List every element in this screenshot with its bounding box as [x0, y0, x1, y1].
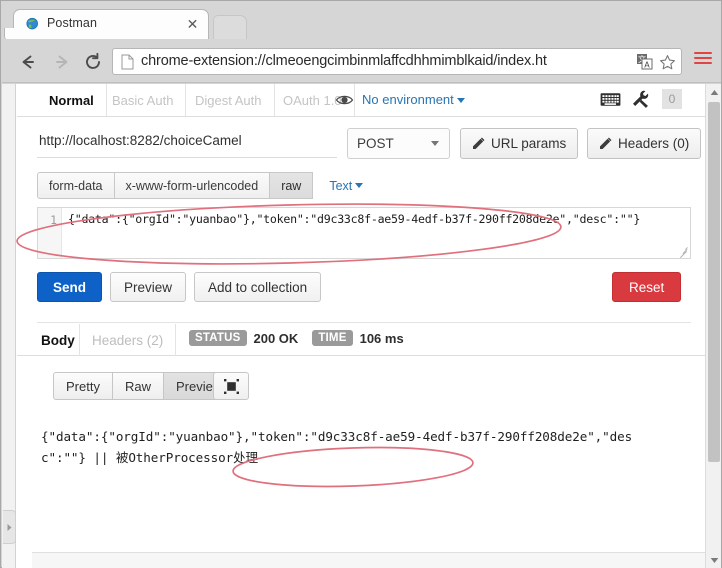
environment-label: No environment: [362, 92, 454, 107]
time-badge: TIME: [312, 330, 352, 346]
chevron-down-icon: [431, 141, 439, 146]
send-button[interactable]: Send: [37, 272, 102, 302]
editor-gutter: 1: [38, 208, 62, 258]
tab-x-www-form-urlencoded[interactable]: x-www-form-urlencoded: [115, 172, 271, 199]
status-badge: STATUS: [189, 330, 247, 346]
globe-icon: [25, 17, 41, 33]
format-pretty-button[interactable]: Pretty: [53, 372, 113, 400]
browser-tab-title: Postman: [47, 16, 97, 30]
star-icon[interactable]: [659, 54, 676, 71]
sidebar-toggle-button[interactable]: [3, 510, 16, 544]
chrome-window-frame: Postman ✕: [0, 0, 722, 568]
reload-icon[interactable]: [80, 49, 106, 75]
response-meta: STATUS 200 OK TIME 106 ms: [189, 330, 418, 346]
page-viewport: Normal Basic Auth Digest Auth OAuth 1.0 …: [2, 84, 721, 568]
new-tab-button[interactable]: [213, 15, 247, 39]
tab-digest-auth[interactable]: Digest Auth: [183, 84, 275, 117]
request-body-text: {"data":{"orgId":"yuanbao"},"token":"d9c…: [68, 212, 640, 226]
chevron-down-icon: [457, 98, 465, 103]
url-params-label: URL params: [491, 136, 566, 151]
section-divider: [37, 322, 691, 323]
forward-arrow-icon[interactable]: [49, 49, 75, 75]
response-body-text: {"data":{"orgId":"yuanbao"},"token":"d9c…: [41, 426, 641, 468]
status-value: 200 OK: [254, 331, 299, 346]
environment-selector[interactable]: No environment: [362, 92, 465, 107]
format-raw-button[interactable]: Raw: [113, 372, 164, 400]
collections-sidebar-strip: [2, 84, 16, 568]
tab-raw[interactable]: raw: [270, 172, 313, 199]
request-url-row: POST URL params: [17, 128, 707, 162]
chevron-down-icon: [355, 183, 363, 188]
edit-pencil-icon: [599, 137, 612, 150]
chrome-title-bar: Postman ✕: [1, 1, 721, 39]
eye-icon[interactable]: [335, 92, 354, 108]
request-actions: Send Preview Add to collection: [37, 272, 321, 302]
address-bar[interactable]: chrome-extension://clmeoengcimbinmlaffcd…: [112, 48, 682, 75]
close-icon[interactable]: ✕: [185, 17, 200, 32]
chrome-toolbar: chrome-extension://clmeoengcimbinmlaffcd…: [2, 39, 721, 83]
svg-text:A: A: [644, 61, 650, 70]
postman-content: Normal Basic Auth Digest Auth OAuth 1.0 …: [17, 84, 721, 568]
fullscreen-icon[interactable]: [213, 372, 249, 400]
tab-response-headers[interactable]: Headers (2): [79, 324, 176, 356]
body-type-tab-group: form-data x-www-form-urlencoded raw Text: [37, 172, 363, 199]
browser-tab-postman[interactable]: Postman ✕: [13, 9, 209, 39]
tab-form-data[interactable]: form-data: [37, 172, 115, 199]
editor-resize-handle[interactable]: [678, 247, 688, 257]
headers-label: Headers (0): [618, 136, 689, 151]
editor-line-number: 1: [50, 213, 57, 227]
content-type-selector[interactable]: Text: [329, 172, 363, 199]
request-count-badge[interactable]: 0: [662, 89, 682, 109]
scrollbar-thumb[interactable]: [708, 102, 720, 462]
request-url-input[interactable]: [37, 128, 337, 158]
vertical-scrollbar[interactable]: [705, 84, 721, 568]
time-value: 106 ms: [360, 331, 404, 346]
hamburger-menu-icon[interactable]: [694, 52, 712, 68]
http-method-select[interactable]: POST: [347, 128, 450, 159]
auth-tab-bar: Normal Basic Auth Digest Auth OAuth 1.0 …: [17, 84, 707, 117]
wrench-icon[interactable]: [631, 90, 649, 108]
keyboard-icon[interactable]: [600, 92, 621, 107]
response-tab-bar: Body Headers (2) STATUS 200 OK TIME 106 …: [17, 324, 707, 356]
content-type-label: Text: [329, 179, 352, 193]
tab-basic-auth[interactable]: Basic Auth: [100, 84, 186, 117]
reset-button[interactable]: Reset: [612, 272, 681, 302]
chevron-up-icon[interactable]: [706, 84, 721, 100]
response-format-group: Pretty Raw Preview: [53, 372, 235, 400]
chevron-down-icon[interactable]: [706, 552, 721, 568]
horizontal-scrollbar[interactable]: [32, 552, 720, 568]
headers-button[interactable]: Headers (0): [587, 128, 701, 159]
postman-chrome-app-window: Postman ✕: [0, 0, 722, 568]
http-method-value: POST: [357, 136, 394, 151]
add-to-collection-button[interactable]: Add to collection: [194, 272, 321, 302]
url-params-button[interactable]: URL params: [460, 128, 578, 159]
back-arrow-icon[interactable]: [15, 49, 41, 75]
preview-button[interactable]: Preview: [110, 272, 186, 302]
edit-pencil-icon: [472, 137, 485, 150]
translate-icon[interactable]: 文 A: [637, 54, 653, 70]
page-document-icon: [121, 54, 134, 70]
tab-normal[interactable]: Normal: [37, 84, 107, 117]
request-body-editor[interactable]: 1 {"data":{"orgId":"yuanbao"},"token":"d…: [37, 207, 691, 259]
address-bar-url: chrome-extension://clmeoengcimbinmlaffcd…: [141, 53, 649, 69]
